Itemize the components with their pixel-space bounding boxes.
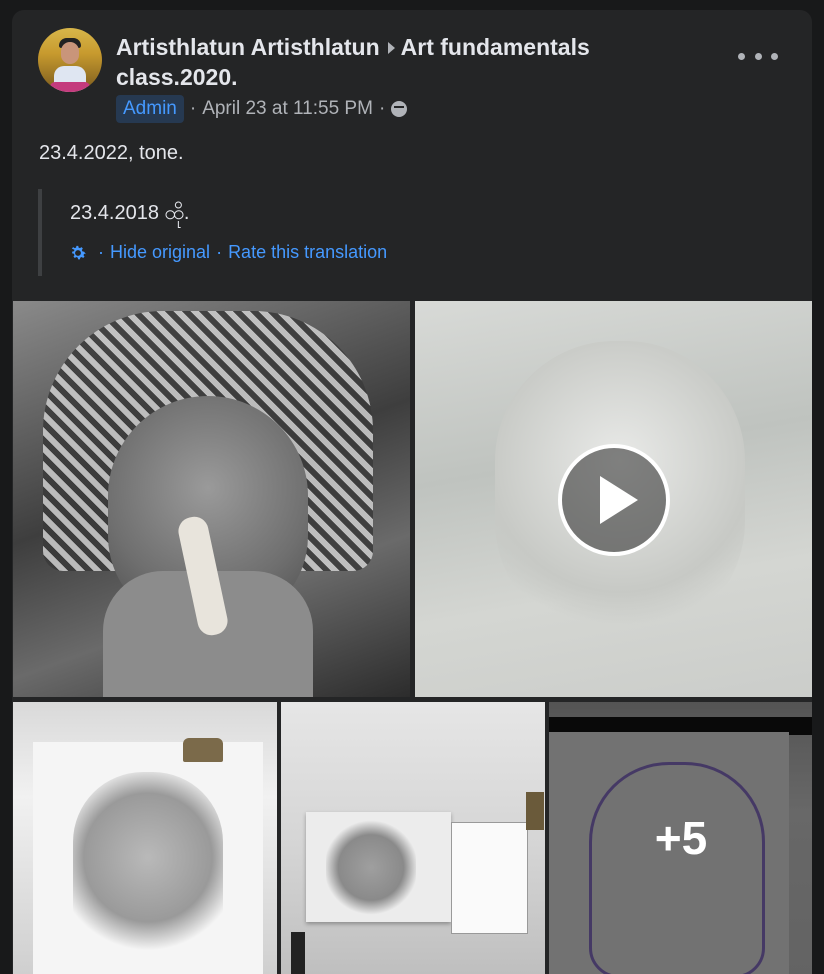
play-icon[interactable] [558,444,670,556]
post-header-title: Artisthlatun Artisthlatun Art fundamental… [116,32,716,92]
more-photos-overlay[interactable]: +5 [549,702,812,974]
caret-right-icon [387,41,395,54]
whiteboard [451,822,528,934]
meta-separator: · [189,98,197,119]
author-avatar[interactable] [38,28,102,92]
easel-stand [291,932,305,974]
post-timestamp[interactable]: April 23 at 11:55 PM [202,98,373,120]
post-meta: Admin · April 23 at 11:55 PM · [116,94,408,124]
photo-outline-sketch[interactable]: +5 [549,702,812,974]
more-dot-2 [754,52,762,60]
group-members-icon [391,101,408,117]
translation-actions: · Hide original · Rate this translation [68,242,387,263]
photo-reference-portrait[interactable] [13,301,410,697]
trans-separator: · [98,242,104,262]
avatar-flowers [50,82,90,92]
easel-drawing [326,820,416,915]
wall-frame [526,792,544,830]
post-text: 23.4.2022, tone. [39,142,184,164]
translation-quote-bar [38,189,42,276]
photo-drawing-on-board[interactable] [13,702,277,974]
avatar-face [61,42,79,64]
trans-separator-2: · [216,242,223,262]
admin-badge[interactable]: Admin [116,95,184,123]
more-options-button[interactable] [738,44,778,68]
pencil-portrait [73,772,223,962]
hide-original-link[interactable]: Hide original [110,242,210,263]
meta-separator-2: · [378,98,386,119]
gear-icon[interactable] [68,243,88,263]
translated-text: 23.4.2018 ထို. [70,202,190,224]
more-dot-1 [738,52,745,60]
post-card: Artisthlatun Artisthlatun Art fundamental… [12,10,812,974]
photo-classroom[interactable] [281,702,545,974]
more-dot-3 [771,52,778,60]
board-clip [183,738,223,762]
rate-translation-link[interactable]: Rate this translation [228,242,387,263]
video-thumbnail[interactable] [415,301,812,697]
photo-grid: +5 [13,301,812,974]
author-name[interactable]: Artisthlatun Artisthlatun [116,34,380,60]
